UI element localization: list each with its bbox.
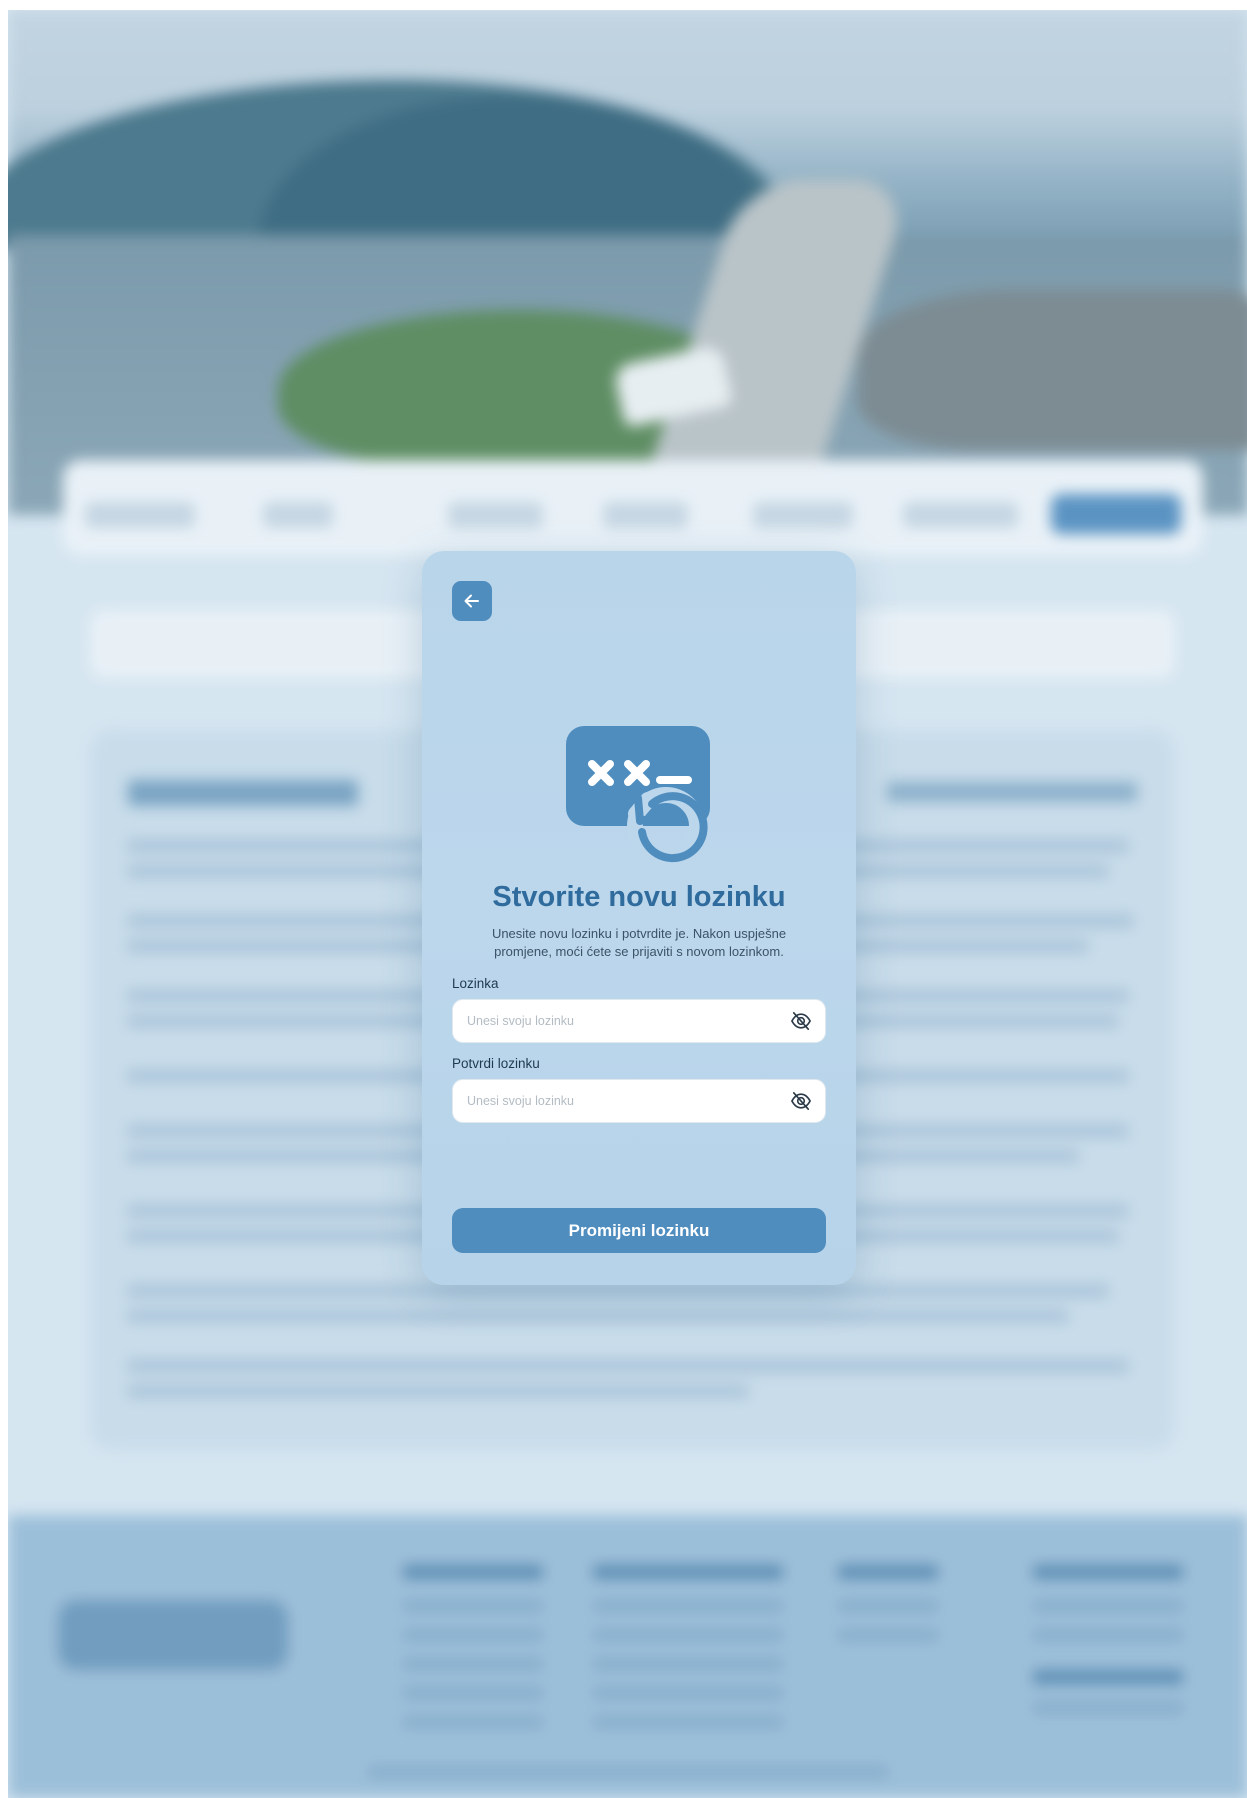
- password-input[interactable]: [453, 1000, 801, 1042]
- policy-text-line: [128, 1310, 1068, 1322]
- footer-column: [838, 1565, 938, 1659]
- footer-column: [1033, 1565, 1183, 1732]
- search-field: [903, 502, 1018, 528]
- footer-copyright: [368, 1767, 888, 1777]
- confirm-password-field: [452, 1079, 826, 1123]
- search-field: [603, 502, 688, 528]
- password-field: [452, 999, 826, 1043]
- eye-off-icon[interactable]: [789, 1090, 813, 1112]
- modal-title: Stvorite novu lozinku: [492, 881, 786, 913]
- eye-off-icon[interactable]: [789, 1010, 813, 1032]
- footer-column: [403, 1565, 543, 1746]
- search-bar: [63, 460, 1203, 555]
- search-field: [448, 502, 543, 528]
- policy-text-line: [128, 1360, 1128, 1372]
- password-label: Lozinka: [452, 976, 499, 991]
- arrow-left-icon: [464, 594, 479, 608]
- back-button[interactable]: [452, 581, 492, 621]
- policy-text-line: [128, 1285, 1108, 1297]
- search-field: [263, 502, 333, 528]
- footer-column: [593, 1565, 783, 1746]
- hero-rocks: [858, 290, 1247, 450]
- password-reset-icon: [566, 726, 710, 865]
- modal-subtitle: Unesite novu lozinku i potvrdite je. Nak…: [491, 926, 787, 959]
- confirm-password-input[interactable]: [453, 1080, 801, 1122]
- hero-image: [8, 10, 1247, 520]
- new-password-modal: Stvorite novu lozinku Unesite novu lozin…: [422, 551, 856, 1285]
- policy-text-line: [128, 1385, 748, 1397]
- confirm-password-label: Potvrdi lozinku: [452, 1056, 540, 1071]
- policy-updated-date: [887, 782, 1137, 802]
- change-password-button[interactable]: Promijeni lozinku: [452, 1208, 826, 1253]
- footer-logo: [58, 1600, 288, 1670]
- policy-heading: [128, 780, 358, 806]
- search-field: [753, 502, 853, 528]
- app-frame: Stvorite novu lozinku Unesite novu lozin…: [8, 10, 1247, 1798]
- footer: [8, 1515, 1247, 1798]
- search-field: [85, 502, 195, 528]
- search-button: [1051, 494, 1181, 534]
